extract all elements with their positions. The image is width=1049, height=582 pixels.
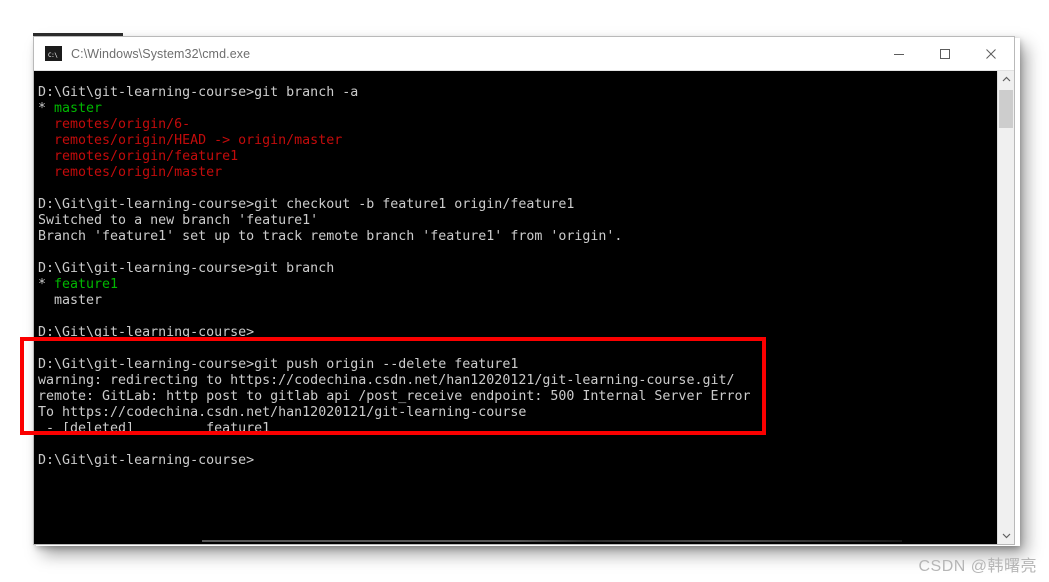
terminal-scrollbar[interactable] bbox=[997, 71, 1014, 544]
scroll-down-arrow-icon[interactable] bbox=[998, 527, 1014, 544]
terminal-line-text: remotes/origin/master bbox=[38, 165, 223, 180]
terminal-line-prefix: * bbox=[38, 101, 55, 116]
terminal-line-text: feature1 bbox=[54, 277, 119, 292]
cmd-icon-prompt-glyph: C:\ bbox=[48, 52, 58, 59]
terminal-line: D:\Git\git-learning-course> bbox=[38, 325, 997, 341]
terminal-output[interactable]: D:\Git\git-learning-course>git branch -a… bbox=[34, 71, 997, 544]
terminal-line: master bbox=[38, 293, 997, 309]
terminal-line-text: D:\Git\git-learning-course>git branch bbox=[38, 261, 335, 276]
maximize-icon[interactable] bbox=[922, 37, 968, 71]
terminal-line: warning: redirecting to https://codechin… bbox=[38, 373, 997, 389]
terminal-line: D:\Git\git-learning-course>git checkout … bbox=[38, 197, 997, 213]
terminal-line: remotes/origin/HEAD -> origin/master bbox=[38, 133, 997, 149]
terminal-line-text: master bbox=[38, 293, 103, 308]
terminal-line-text: Branch 'feature1' set up to track remote… bbox=[38, 229, 623, 244]
cmd-window: C:\ C:\Windows\System32\cmd.exe D:\Git\g… bbox=[33, 36, 1015, 545]
terminal-line: remote: GitLab: http post to gitlab api … bbox=[38, 389, 997, 405]
window-controls bbox=[876, 37, 1014, 71]
close-icon[interactable] bbox=[968, 37, 1014, 71]
terminal-line-text: master bbox=[54, 101, 103, 116]
terminal-line-text: remotes/origin/feature1 bbox=[38, 149, 239, 164]
terminal-line: D:\Git\git-learning-course> bbox=[38, 453, 997, 469]
terminal-bottom-ghost-line bbox=[202, 540, 902, 542]
terminal-line-text: - [deleted] feature1 bbox=[38, 421, 271, 436]
title-bar[interactable]: C:\ C:\Windows\System32\cmd.exe bbox=[34, 37, 1014, 71]
terminal-line-list: D:\Git\git-learning-course>git branch -a… bbox=[36, 85, 997, 469]
terminal-line: To https://codechina.csdn.net/han1202012… bbox=[38, 405, 997, 421]
terminal-line: * master bbox=[38, 101, 997, 117]
terminal-line-text: remotes/origin/HEAD -> origin/master bbox=[38, 133, 343, 148]
terminal-line-text: remotes/origin/6- bbox=[38, 117, 191, 132]
terminal-line-text: D:\Git\git-learning-course>git push orig… bbox=[38, 357, 519, 372]
terminal-line: - [deleted] feature1 bbox=[38, 421, 997, 437]
terminal-line-text: D:\Git\git-learning-course>git branch -a bbox=[38, 85, 359, 100]
terminal-line-text: D:\Git\git-learning-course>git checkout … bbox=[38, 197, 575, 212]
terminal-line: Switched to a new branch 'feature1' bbox=[38, 213, 997, 229]
minimize-icon[interactable] bbox=[876, 37, 922, 71]
terminal-line-prefix: * bbox=[38, 277, 55, 292]
scrollbar-thumb[interactable] bbox=[999, 90, 1013, 128]
terminal-line-text: warning: redirecting to https://codechin… bbox=[38, 373, 735, 388]
terminal-line-text: To https://codechina.csdn.net/han1202012… bbox=[38, 405, 527, 420]
terminal-line: remotes/origin/master bbox=[38, 165, 997, 181]
watermark-text: CSDN @韩曙亮 bbox=[918, 558, 1037, 575]
terminal-line: Branch 'feature1' set up to track remote… bbox=[38, 229, 997, 245]
terminal-line: D:\Git\git-learning-course>git push orig… bbox=[38, 357, 997, 373]
terminal-line: D:\Git\git-learning-course>git branch -a bbox=[38, 85, 997, 101]
terminal-line: * feature1 bbox=[38, 277, 997, 293]
terminal-line-text: Switched to a new branch 'feature1' bbox=[38, 213, 319, 228]
terminal-line-text: D:\Git\git-learning-course> bbox=[38, 453, 255, 468]
cmd-exe-icon: C:\ bbox=[45, 46, 62, 61]
window-title: C:\Windows\System32\cmd.exe bbox=[71, 46, 251, 61]
terminal-area: D:\Git\git-learning-course>git branch -a… bbox=[34, 71, 1014, 544]
terminal-line-text: D:\Git\git-learning-course> bbox=[38, 325, 255, 340]
terminal-line: D:\Git\git-learning-course>git branch bbox=[38, 261, 997, 277]
terminal-line-text: remote: GitLab: http post to gitlab api … bbox=[38, 389, 751, 404]
terminal-line: remotes/origin/feature1 bbox=[38, 149, 997, 165]
terminal-line: remotes/origin/6- bbox=[38, 117, 997, 133]
scroll-up-arrow-icon[interactable] bbox=[998, 71, 1014, 88]
screenshot-root: C:\ C:\Windows\System32\cmd.exe D:\Git\g… bbox=[0, 0, 1049, 582]
